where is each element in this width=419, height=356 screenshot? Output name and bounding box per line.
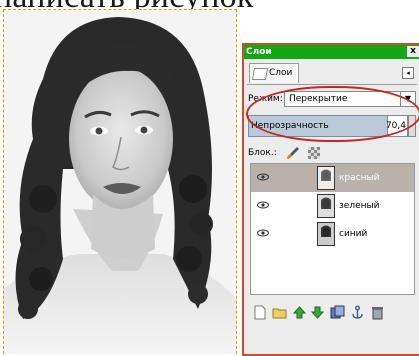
panel-title: Слои xyxy=(246,47,272,57)
layer-row-red[interactable]: красный xyxy=(251,164,414,192)
panel-tab-bar: Слои ◂ xyxy=(247,62,417,85)
eye-icon[interactable] xyxy=(257,173,269,181)
layers-bottom-toolbar xyxy=(250,303,416,323)
highlight-ellipse xyxy=(246,86,419,142)
layer-thumbnail xyxy=(317,166,335,190)
layer-thumbnail xyxy=(317,194,335,218)
panel-title-bar[interactable]: Слои x xyxy=(244,45,419,59)
layers-list[interactable]: красный зеленый синий xyxy=(250,163,415,295)
tab-menu-button[interactable]: ◂ xyxy=(402,67,414,79)
lock-alpha-icon[interactable] xyxy=(308,147,320,159)
lock-pixels-brush-icon[interactable] xyxy=(286,146,300,160)
layer-name: зеленый xyxy=(339,201,380,211)
layer-name: синий xyxy=(339,229,368,239)
tab-layers-label: Слои xyxy=(269,68,293,78)
layer-name: красный xyxy=(339,173,380,183)
layer-thumbnail xyxy=(317,222,335,246)
open-folder-icon[interactable] xyxy=(272,305,287,320)
layer-row-blue[interactable]: синий xyxy=(251,220,414,248)
close-button[interactable]: x xyxy=(407,46,419,57)
raise-layer-icon[interactable] xyxy=(292,305,307,320)
anchor-icon[interactable] xyxy=(350,305,365,320)
eye-icon[interactable] xyxy=(257,229,269,237)
tab-layers[interactable]: Слои xyxy=(249,63,299,83)
lock-label: Блок.: xyxy=(248,148,277,158)
lower-layer-icon[interactable] xyxy=(310,305,325,320)
eye-icon[interactable] xyxy=(257,201,269,209)
lock-row: Блок.: xyxy=(248,145,416,161)
layers-icon xyxy=(251,68,269,80)
image-canvas[interactable] xyxy=(3,9,237,354)
new-layer-icon[interactable] xyxy=(252,305,267,320)
delete-layer-icon[interactable] xyxy=(370,305,385,320)
layer-row-green[interactable]: зеленый xyxy=(251,192,414,220)
portrait-image xyxy=(3,9,237,354)
duplicate-layer-icon[interactable] xyxy=(330,305,345,320)
